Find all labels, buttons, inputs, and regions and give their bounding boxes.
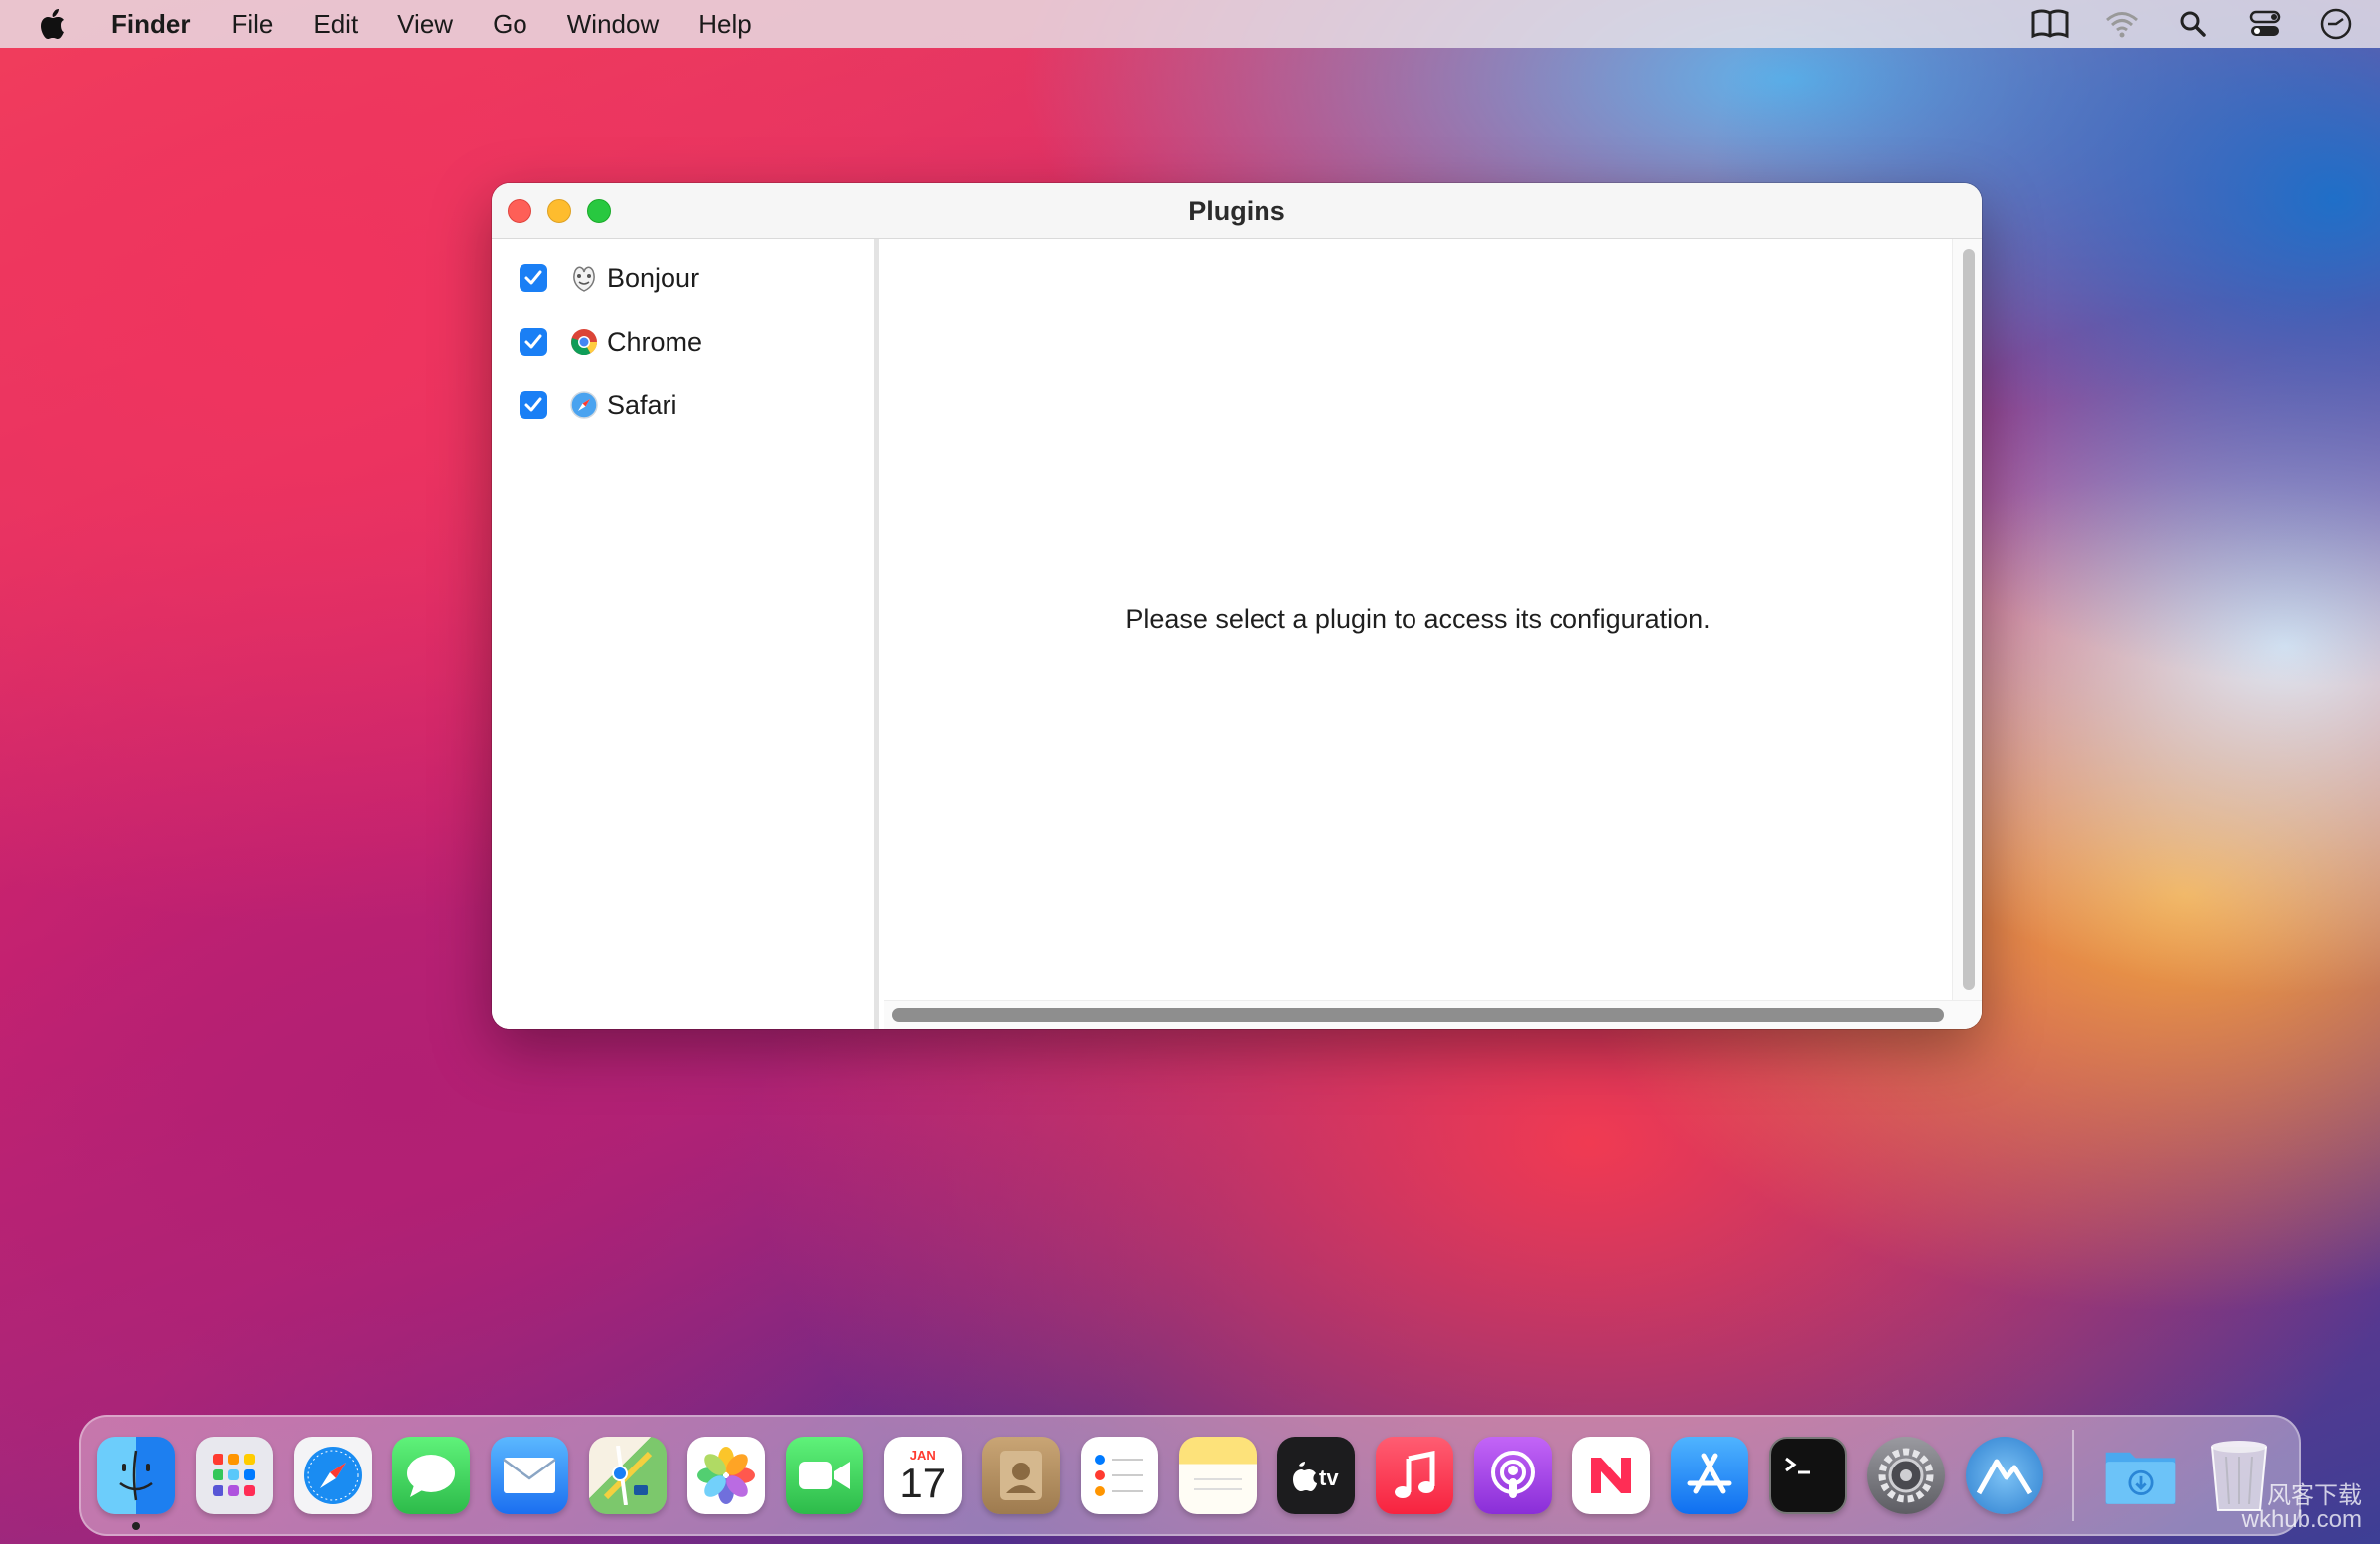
watermark-line2: wkhub.com xyxy=(2241,1506,2362,1533)
menu-view[interactable]: View xyxy=(397,9,453,40)
tv-icon[interactable]: tv xyxy=(1276,1437,1355,1514)
calendar-day: 17 xyxy=(899,1459,947,1506)
menu-edit[interactable]: Edit xyxy=(313,9,358,40)
podcasts-icon[interactable] xyxy=(1473,1437,1552,1514)
mountain-app-icon[interactable] xyxy=(1965,1437,2043,1514)
menu-file[interactable]: File xyxy=(231,9,273,40)
plugin-row-safari[interactable]: Safari xyxy=(520,386,677,425)
vertical-scroll-thumb[interactable] xyxy=(1963,249,1975,990)
checkmark-icon xyxy=(524,270,542,285)
control-center-icon[interactable] xyxy=(2245,4,2285,44)
safari-icon xyxy=(569,390,599,420)
plugin-config-pane: Please select a plugin to access its con… xyxy=(884,239,1982,1029)
horizontal-scrollbar[interactable] xyxy=(884,1000,1982,1029)
reading-list-icon[interactable] xyxy=(2030,4,2070,44)
bonjour-icon xyxy=(569,263,599,293)
photos-icon[interactable] xyxy=(686,1437,765,1514)
plugins-window: Plugins Bonjour Chrome Safari Please sel… xyxy=(492,183,1982,1029)
plugin-label-safari: Safari xyxy=(607,389,677,420)
contacts-icon[interactable] xyxy=(981,1437,1060,1514)
downloads-folder-icon[interactable] xyxy=(2102,1437,2179,1514)
launchpad-icon[interactable] xyxy=(195,1437,273,1514)
facetime-icon[interactable] xyxy=(785,1437,863,1514)
watermark: 风客下载 wkhub.com xyxy=(2242,1484,2362,1532)
clock-icon[interactable] xyxy=(2316,4,2356,44)
safari-icon[interactable] xyxy=(293,1437,372,1514)
maps-icon[interactable] xyxy=(588,1437,667,1514)
plugin-checkbox-chrome[interactable] xyxy=(520,328,547,356)
dock: JAN 17 tv xyxy=(79,1415,2301,1536)
window-titlebar[interactable]: Plugins xyxy=(492,183,1982,239)
wifi-icon[interactable] xyxy=(2102,4,2142,44)
notes-icon[interactable] xyxy=(1178,1437,1257,1514)
menu-bar: Finder File Edit View Go Window Help xyxy=(0,0,2380,48)
checkmark-icon xyxy=(524,397,542,412)
svg-text:tv: tv xyxy=(1319,1466,1339,1490)
checkmark-icon xyxy=(524,334,542,349)
empty-state-message: Please select a plugin to access its con… xyxy=(1125,604,1711,634)
config-placeholder: Please select a plugin to access its con… xyxy=(884,239,1952,1000)
status-menus xyxy=(2030,0,2356,48)
apple-menu-icon[interactable] xyxy=(38,8,77,40)
window-title: Plugins xyxy=(1188,196,1285,226)
plugin-row-chrome[interactable]: Chrome xyxy=(520,322,702,362)
reminders-icon[interactable] xyxy=(1080,1437,1158,1514)
horizontal-scroll-thumb[interactable] xyxy=(892,1008,1944,1022)
running-indicator xyxy=(132,1522,140,1530)
dock-separator xyxy=(2071,1430,2074,1521)
menu-help[interactable]: Help xyxy=(698,9,751,40)
watermark-line1: 风客下载 xyxy=(2267,1482,2362,1509)
spotlight-search-icon[interactable] xyxy=(2173,4,2213,44)
menu-app-name[interactable]: Finder xyxy=(111,9,190,40)
plugin-label-bonjour: Bonjour xyxy=(607,262,700,293)
plugin-list: Bonjour Chrome Safari xyxy=(492,239,879,1029)
music-icon[interactable] xyxy=(1375,1437,1453,1514)
plugin-checkbox-safari[interactable] xyxy=(520,391,547,419)
vertical-scrollbar[interactable] xyxy=(1952,239,1982,1000)
system-preferences-icon[interactable] xyxy=(1866,1437,1945,1514)
news-icon[interactable] xyxy=(1571,1437,1650,1514)
chrome-icon xyxy=(569,327,599,357)
terminal-icon[interactable] xyxy=(1768,1437,1847,1514)
app-store-icon[interactable] xyxy=(1670,1437,1748,1514)
plugin-row-bonjour[interactable]: Bonjour xyxy=(520,258,699,298)
menu-window[interactable]: Window xyxy=(567,9,659,40)
menu-go[interactable]: Go xyxy=(493,9,527,40)
plugin-label-chrome: Chrome xyxy=(607,326,703,357)
mail-icon[interactable] xyxy=(490,1437,568,1514)
plugin-checkbox-bonjour[interactable] xyxy=(520,264,547,292)
finder-icon[interactable] xyxy=(97,1437,175,1530)
calendar-icon[interactable]: JAN 17 xyxy=(883,1437,962,1514)
messages-icon[interactable] xyxy=(391,1437,470,1514)
